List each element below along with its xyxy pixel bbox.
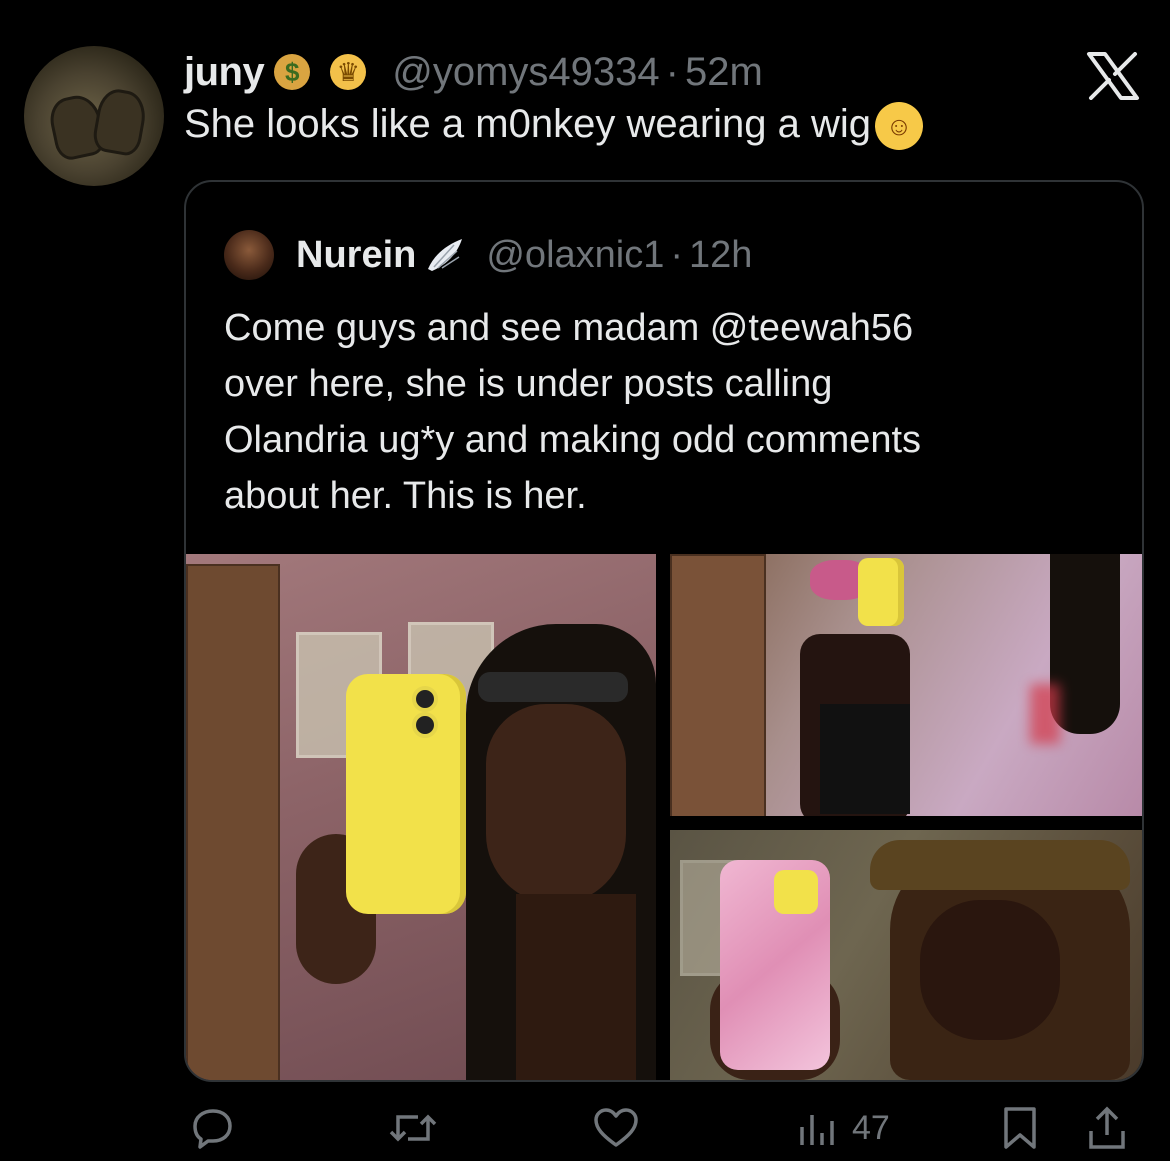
quoted-separator-dot: · [670,233,684,276]
retweet-button[interactable] [388,1098,438,1158]
x-logo-icon [1087,52,1139,100]
quoted-tweet-time[interactable]: 12h [689,234,752,277]
share-button[interactable] [1086,1098,1128,1158]
reply-icon [193,1109,232,1149]
bookmark-button[interactable] [1000,1098,1040,1158]
tweet-text: She looks like a m0nkey wearing a wig ☺ [184,102,924,151]
author-name[interactable]: juny [184,50,265,95]
heart-icon [594,1108,638,1147]
retweet-icon [389,1114,437,1142]
reply-button[interactable] [190,1098,236,1158]
wing-icon [428,239,463,271]
quoted-tweet-text: Come guys and see madam @teewah56 over h… [224,300,1114,524]
tweet-time[interactable]: 52m [685,50,763,95]
action-bar: 47 [0,1098,1170,1158]
quoted-text-line: Olandria ug*y and making odd comments [224,419,922,461]
share-icon [1089,1106,1125,1149]
yellow-phone [346,674,466,914]
views-button[interactable]: 47 [798,1098,890,1158]
author-avatar[interactable] [24,46,164,186]
tweet-header: juny $ ♛ @yomys49334 · 52m [184,46,763,98]
photo-pink-case-selfie[interactable] [670,830,1142,1080]
quoted-tweet-card[interactable]: Nurein @olaxnic1 · 12h Come guys and see… [184,180,1144,1082]
photo-yellow-iphone-selfie[interactable] [186,554,656,1080]
views-count: 47 [852,1108,890,1147]
pink-phone [720,860,830,1070]
tweet-body: She looks like a m0nkey wearing a wig [184,102,872,146]
author-handle[interactable]: @yomys49334 [392,50,659,95]
views-icon [800,1115,834,1145]
quoted-text-line: Come guys and see madam @teewah56 [224,307,914,349]
photo-mirror-selfie-room[interactable] [670,554,1142,816]
bookmark-icon [1004,1107,1036,1149]
quoted-author-avatar[interactable] [224,230,274,280]
princess-icon: ♛ [330,54,367,90]
money-bag-icon: $ [274,54,311,90]
media-grid [186,554,1142,1080]
quoted-text-line: about her. This is her. [224,475,587,517]
like-button[interactable] [592,1098,640,1158]
quoted-tweet-header: Nurein @olaxnic1 · 12h [296,228,752,282]
rolling-on-floor-laughing-icon: ☺ [875,102,924,151]
quoted-author-handle[interactable]: @olaxnic1 [486,234,664,277]
quoted-text-line: over here, she is under posts calling [224,363,833,405]
quoted-author-name[interactable]: Nurein [296,234,416,277]
separator-dot: · [665,49,679,94]
